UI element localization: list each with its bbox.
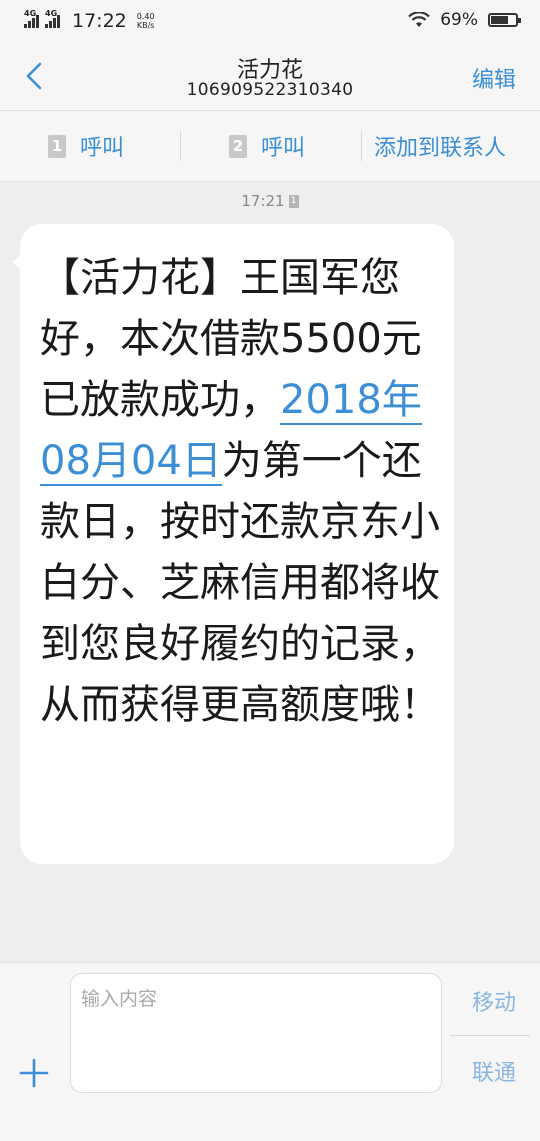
- wifi-icon: [408, 12, 430, 27]
- edit-button[interactable]: 编辑: [472, 62, 516, 94]
- call-sim1-label: 呼叫: [80, 136, 125, 161]
- action-divider: [180, 131, 181, 161]
- sim1-badge-icon: 1: [48, 134, 66, 158]
- message-time: 17:21: [241, 192, 285, 210]
- network-speed-unit: KB/s: [136, 21, 155, 30]
- battery-icon: [488, 13, 521, 27]
- message-input[interactable]: 输入内容: [70, 973, 442, 1093]
- status-bar: 4G 4G 17:22 0.40 KB/s 69%: [0, 0, 540, 42]
- composer-bar: 输入内容 移动 联通: [0, 962, 540, 1141]
- sim2-signal-icon: 4G: [45, 9, 60, 28]
- call-sim2-button[interactable]: 2 呼叫: [229, 111, 305, 181]
- sim1-network-label: 4G: [24, 9, 37, 18]
- send-sim2-button[interactable]: 联通: [472, 1055, 516, 1087]
- sim2-badge-icon: 2: [229, 134, 247, 158]
- battery-fill: [491, 16, 508, 24]
- contact-number: 106909522310340: [186, 80, 354, 100]
- action-bar: 1 呼叫 2 呼叫 添加到联系人: [0, 111, 540, 182]
- message-bubble[interactable]: 【活力花】王国军您好，本次借款5500元已放款成功，2018年08月04日为第一…: [12, 224, 454, 864]
- send-sim1-button[interactable]: 移动: [472, 985, 516, 1017]
- network-speed-value: 0.40: [136, 12, 155, 21]
- sim1-signal-icon: 4G: [24, 9, 39, 28]
- action-divider: [361, 131, 362, 161]
- sim2-network-label: 4G: [45, 9, 58, 18]
- status-time: 17:22: [72, 10, 127, 32]
- network-speed: 0.40 KB/s: [137, 12, 155, 30]
- message-sim-icon: 1: [288, 194, 299, 208]
- conversation-header: 活力花 106909522310340 编辑: [0, 42, 540, 111]
- status-right: 69%: [408, 10, 521, 30]
- send-divider: [450, 1035, 530, 1036]
- message-input-placeholder: 输入内容: [81, 988, 158, 1010]
- add-attachment-icon[interactable]: [18, 1057, 50, 1089]
- message-text: 【活力花】王国军您好，本次借款5500元已放款成功，2018年08月04日为第一…: [40, 248, 440, 736]
- call-sim2-label: 呼叫: [261, 136, 306, 161]
- status-left: 4G 4G 17:22 0.40 KB/s: [24, 9, 155, 32]
- battery-percent: 69%: [440, 10, 478, 30]
- message-timestamp: 17:21 1: [0, 192, 540, 210]
- add-to-contacts-button[interactable]: 添加到联系人: [374, 111, 506, 181]
- call-sim1-button[interactable]: 1 呼叫: [48, 111, 124, 181]
